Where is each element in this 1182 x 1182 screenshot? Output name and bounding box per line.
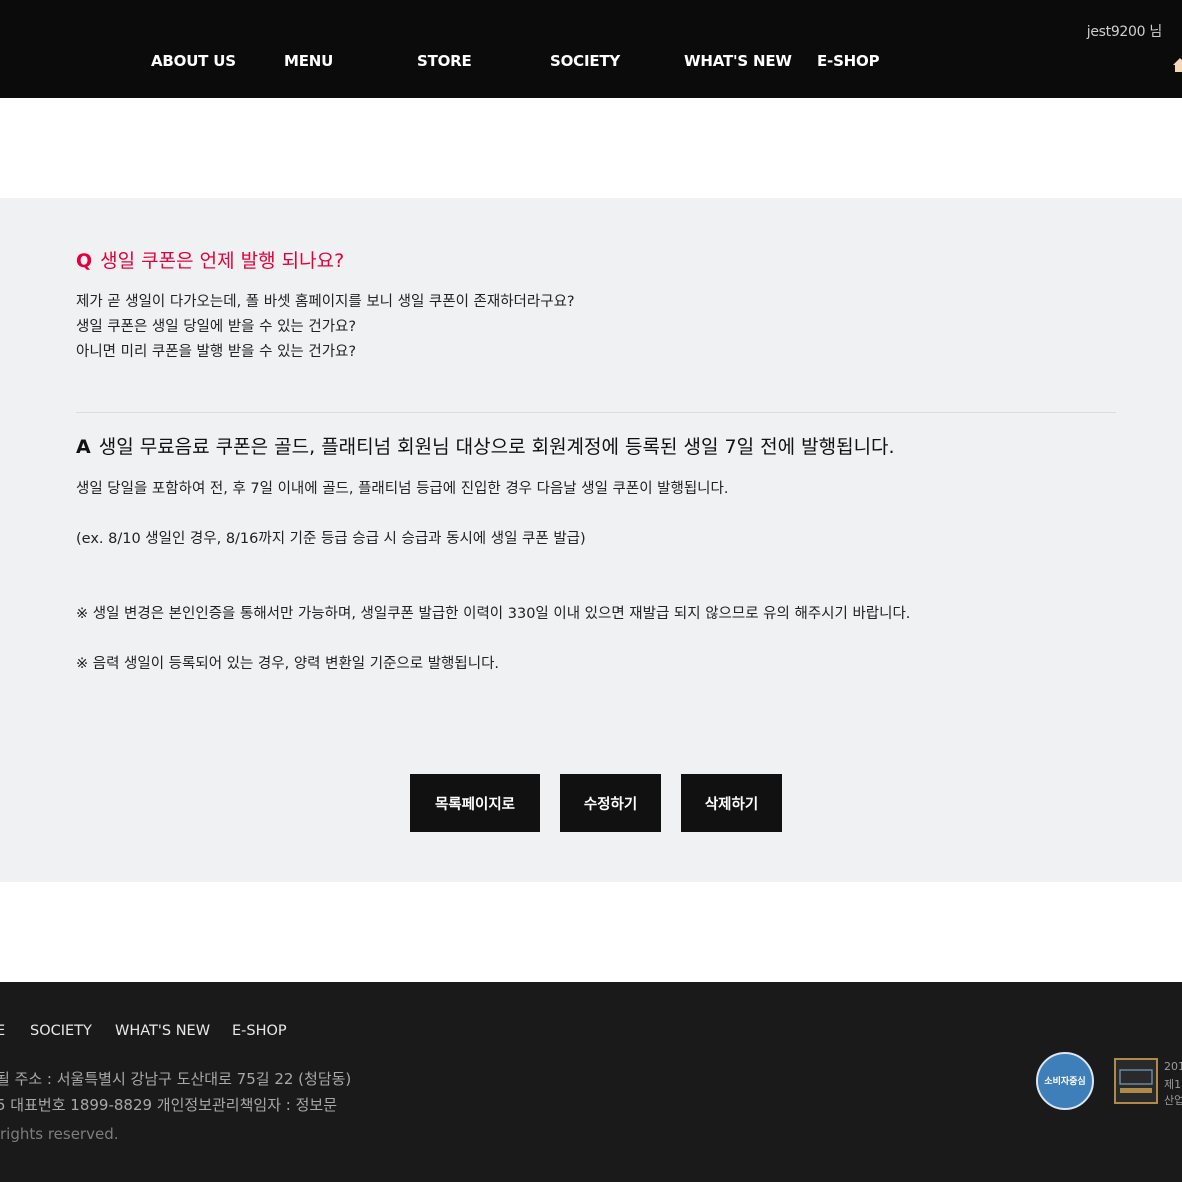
footer-side-text: 201 bbox=[1164, 1060, 1182, 1073]
qa-divider bbox=[76, 412, 1116, 413]
footer-nav-whats-new[interactable]: WHAT'S NEW bbox=[115, 1023, 210, 1039]
nav-menu[interactable]: MENU bbox=[284, 52, 333, 70]
footer-nav-store-partial[interactable]: E bbox=[0, 1023, 5, 1039]
question-line: 생일 쿠폰은 생일 당일에 받을 수 있는 건가요? bbox=[76, 319, 357, 335]
nav-e-shop[interactable]: E-SHOP bbox=[817, 52, 880, 70]
list-page-button[interactable]: 목록페이지로 bbox=[410, 774, 540, 832]
brand-award-icon bbox=[1119, 1069, 1153, 1093]
answer-note: ※ 생일 변경은 본인인증을 통해서만 가능하며, 생일쿠폰 발급한 이력이 3… bbox=[76, 606, 911, 622]
edit-button[interactable]: 수정하기 bbox=[560, 774, 661, 832]
footer-nav-society[interactable]: SOCIETY bbox=[30, 1023, 92, 1039]
answer-line: (ex. 8/10 생일인 경우, 8/16까지 기준 등급 승급 시 승급과 … bbox=[76, 531, 586, 547]
footer-side-text: 제1 bbox=[1164, 1078, 1182, 1091]
ccm-award-badge: 소비자중심 bbox=[1036, 1052, 1094, 1110]
footer-phone: 5 대표번호 1899-8829 개인정보관리책임자 : 정보문 bbox=[0, 1096, 337, 1114]
answer-line: 생일 당일을 포함하여 전, 후 7일 이내에 골드, 플래티넘 등급에 진입한… bbox=[76, 481, 729, 497]
footer-side-text: 산업 bbox=[1164, 1094, 1182, 1107]
answer-title-row: A 생일 무료음료 쿠폰은 골드, 플래티넘 회원님 대상으로 회원계정에 등록된… bbox=[76, 432, 895, 459]
footer-nav-e-shop[interactable]: E-SHOP bbox=[232, 1023, 287, 1039]
user-id[interactable]: jest9200 bbox=[1087, 24, 1146, 40]
brand-award-badge bbox=[1114, 1058, 1158, 1104]
user-suffix: 님 bbox=[1149, 24, 1162, 40]
nav-store[interactable]: STORE bbox=[417, 52, 472, 70]
question-mark: Q bbox=[76, 250, 93, 272]
nav-society[interactable]: SOCIETY bbox=[550, 52, 620, 70]
answer-title: 생일 무료음료 쿠폰은 골드, 플래티넘 회원님 대상으로 회원계정에 등록된 … bbox=[98, 436, 895, 458]
ccm-badge-label: 소비자중심 bbox=[1044, 1077, 1086, 1087]
question-line: 아니면 미리 쿠폰을 발행 받을 수 있는 건가요? bbox=[76, 344, 357, 360]
site-footer: E SOCIETY WHAT'S NEW E-SHOP 될 주소 : 서울특별시… bbox=[0, 982, 1182, 1182]
question-line: 제가 곧 생일이 다가오는데, 폴 바셋 홈페이지를 보니 생일 쿠폰이 존재하… bbox=[76, 294, 575, 310]
delete-button[interactable]: 삭제하기 bbox=[681, 774, 782, 832]
answer-note: ※ 음력 생일이 등록되어 있는 경우, 양력 변환일 기준으로 발행됩니다. bbox=[76, 656, 500, 672]
footer-copyright: rights reserved. bbox=[0, 1125, 119, 1143]
question-title-row: Q 생일 쿠폰은 언제 발행 되나요? bbox=[76, 246, 344, 273]
site-header: jest9200 님 ABOUT US MENU STORE SOCIETY W… bbox=[0, 0, 1182, 98]
nav-whats-new[interactable]: WHAT'S NEW bbox=[684, 52, 792, 70]
user-greeting[interactable]: jest9200 님 bbox=[1087, 21, 1163, 41]
question-body: 제가 곧 생일이 다가오는데, 폴 바셋 홈페이지를 보니 생일 쿠폰이 존재하… bbox=[76, 290, 575, 365]
nav-about-us[interactable]: ABOUT US bbox=[151, 52, 236, 70]
answer-mark: A bbox=[76, 436, 91, 458]
question-title: 생일 쿠폰은 언제 발행 되나요? bbox=[100, 250, 345, 272]
footer-address: 될 주소 : 서울특별시 강남구 도산대로 75길 22 (청담동) bbox=[0, 1070, 352, 1088]
home-icon[interactable] bbox=[1172, 57, 1182, 73]
